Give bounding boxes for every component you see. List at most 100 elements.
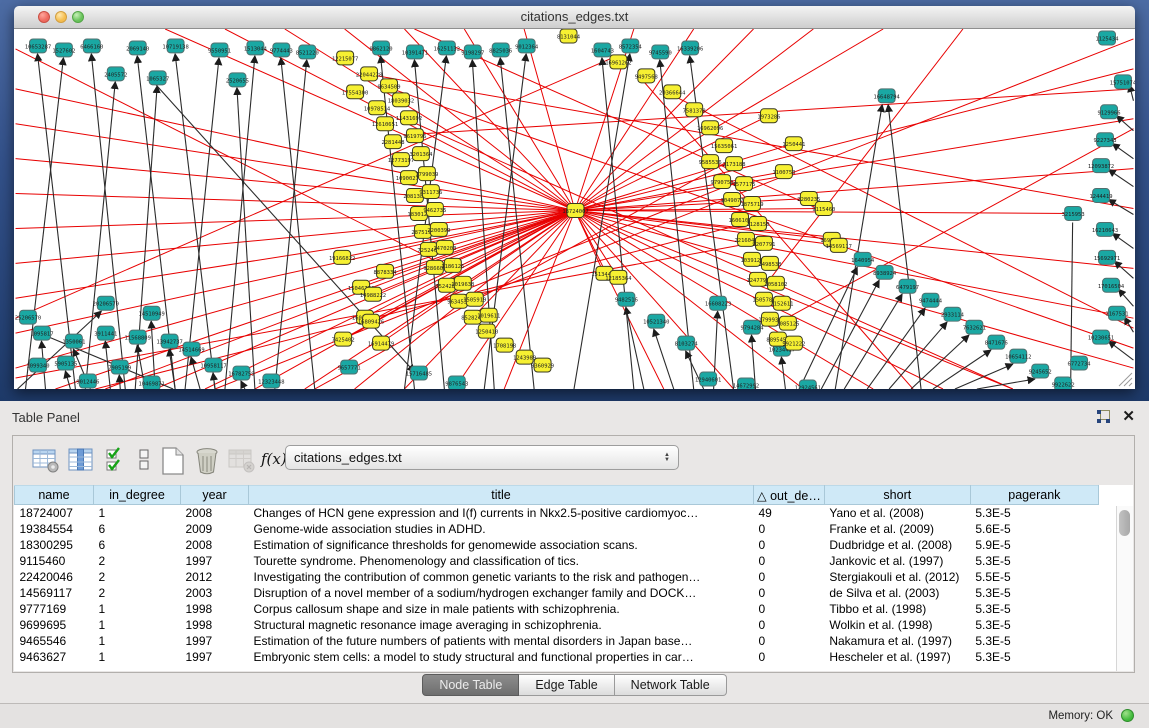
table-cell[interactable]: Dudbridge et al. (2008) [824,537,970,553]
tab-network-table[interactable]: Network Table [615,674,727,696]
graph-node[interactable]: 9585536 [699,155,722,169]
graph-node[interactable]: 16608223 [705,296,731,310]
graph-node[interactable]: 1577175 [732,177,755,191]
graph-node[interactable]: 16914479 [368,336,394,350]
graph-node[interactable]: 12940601 [695,372,721,386]
graph-node[interactable]: 12610651 [372,117,398,131]
graph-edge[interactable] [781,357,785,389]
table-cell[interactable]: 2 [94,569,181,585]
table-cell[interactable]: Yano et al. (2008) [824,505,970,521]
graph-edge[interactable] [470,39,1133,299]
graph-node[interactable]: 1505919 [463,292,486,306]
table-cell[interactable]: 18300295 [15,537,94,553]
graph-node[interactable]: 2405572 [104,67,127,81]
graph-edge[interactable] [575,119,1133,211]
graph-node[interactable]: 9129966 [1097,105,1120,119]
tab-edge-table[interactable]: Edge Table [519,674,614,696]
graph-edge[interactable] [799,267,857,389]
graph-edge[interactable] [1115,261,1134,278]
table-cell[interactable]: 1997 [181,553,249,569]
graph-node[interactable]: 8572354 [619,39,643,53]
network-canvas[interactable]: 1065328715276026466160240557220691401065… [14,29,1135,389]
graph-node[interactable]: 9550951 [208,43,231,57]
graph-node[interactable]: 9619796 [403,129,426,143]
table-row[interactable]: 1830029562008Estimation of significance … [15,537,1099,553]
graph-node[interactable]: 15751074 [1110,75,1135,89]
function-builder-icon[interactable]: f(x) [261,450,287,468]
graph-edge[interactable] [779,129,1133,322]
column-header[interactable]: in_degree [94,486,181,505]
table-row[interactable]: 946362711997Embryonic stem cells: a mode… [15,649,1099,665]
select-columns-icon[interactable] [105,446,131,474]
table-cell[interactable]: Genome-wide association studies in ADHD. [249,521,754,537]
graph-node[interactable]: 20206570 [93,296,119,310]
graph-edge[interactable] [1118,289,1133,306]
table-row[interactable]: 977716911998Corpus callosum shape and si… [15,601,1099,617]
graph-edge[interactable] [16,210,575,228]
graph-node[interactable]: 15716485 [406,366,432,380]
graph-node[interactable]: 9012446 [76,374,99,388]
table-row[interactable]: 1456911722003Disruption of a novel membe… [15,585,1099,601]
table-cell[interactable]: 2008 [181,505,249,521]
table-row[interactable]: 911546021997Tourette syndrome. Phenomeno… [15,553,1099,569]
graph-node[interactable]: 10653287 [25,39,51,53]
table-cell[interactable]: Tibbo et al. (1998) [824,601,970,617]
table-cell[interactable]: 49 [754,505,825,521]
table-cell[interactable]: 1997 [181,649,249,665]
graph-node[interactable]: 6466160 [80,39,103,53]
graph-edge[interactable] [626,307,644,389]
table-cell[interactable]: 0 [754,569,825,585]
table-cell[interactable]: 6 [94,521,181,537]
graph-edge[interactable] [575,210,604,273]
table-row[interactable]: 946554611997Estimation of the future num… [15,633,1099,649]
graph-node[interactable]: 10469871 [139,376,165,389]
graph-edge[interactable] [977,379,1035,389]
graph-edge[interactable] [237,88,255,389]
table-cell[interactable]: 2 [94,553,181,569]
graph-node[interactable]: 5905135 [54,356,77,370]
table-cell[interactable]: de Silva et al. (2003) [824,585,970,601]
graph-node[interactable]: 1350061 [62,334,85,348]
table-cell[interactable]: 18724007 [15,505,94,521]
graph-node[interactable]: 3911441 [94,326,117,340]
graph-node[interactable]: 1708198 [493,338,516,352]
column-header[interactable]: pagerank [970,486,1098,505]
graph-node[interactable]: 9207791 [752,236,775,250]
table-cell[interactable]: Nakamura et al. (1997) [824,633,970,649]
graph-edge[interactable] [1109,170,1134,187]
table-cell[interactable]: 5.3E-5 [970,649,1098,665]
graph-node[interactable]: 16339206 [677,41,703,55]
graph-node[interactable]: 1099340 [26,358,49,372]
graph-edge[interactable] [105,210,575,389]
table-cell[interactable]: Embryonic stem cells: a model to study s… [249,649,754,665]
graph-node[interactable]: 2933114 [941,307,965,321]
graph-edge[interactable] [575,29,694,210]
table-cell[interactable]: 2012 [181,569,249,585]
graph-node[interactable]: 9862120 [370,41,393,55]
graph-node[interactable]: 9634509 [377,79,400,93]
graph-node[interactable]: 8471676 [985,335,1008,349]
graph-node[interactable]: 9921222 [782,336,805,350]
table-cell[interactable]: 0 [754,601,825,617]
graph-node[interactable]: 1019638 [451,276,474,290]
table-cell[interactable]: 1 [94,617,181,633]
graph-edge[interactable] [1113,144,1134,159]
graph-node[interactable]: 1019611 [477,308,500,322]
column-header[interactable]: title [249,486,754,505]
graph-edge[interactable] [1116,116,1133,131]
network-graph[interactable]: 1065328715276026466160240557220691401065… [14,29,1135,389]
table-cell[interactable]: 2008 [181,537,249,553]
graph-node[interactable]: 9474444 [919,293,943,307]
table-cell[interactable]: Stergiakouli et al. (2012) [824,569,970,585]
table-cell[interactable]: 2009 [181,521,249,537]
graph-node[interactable]: 2173188 [723,157,746,171]
graph-node[interactable]: 8521220 [296,45,319,59]
graph-edge[interactable] [888,105,921,389]
float-panel-icon[interactable] [1096,409,1111,424]
graph-node[interactable]: 10719138 [162,39,188,53]
table-cell[interactable]: 1 [94,649,181,665]
table-scrollbar[interactable] [1116,506,1133,671]
graph-node[interactable]: 1875719 [740,197,763,211]
table-cell[interactable]: 5.3E-5 [970,617,1098,633]
graph-node[interactable]: 16648794 [873,89,900,103]
